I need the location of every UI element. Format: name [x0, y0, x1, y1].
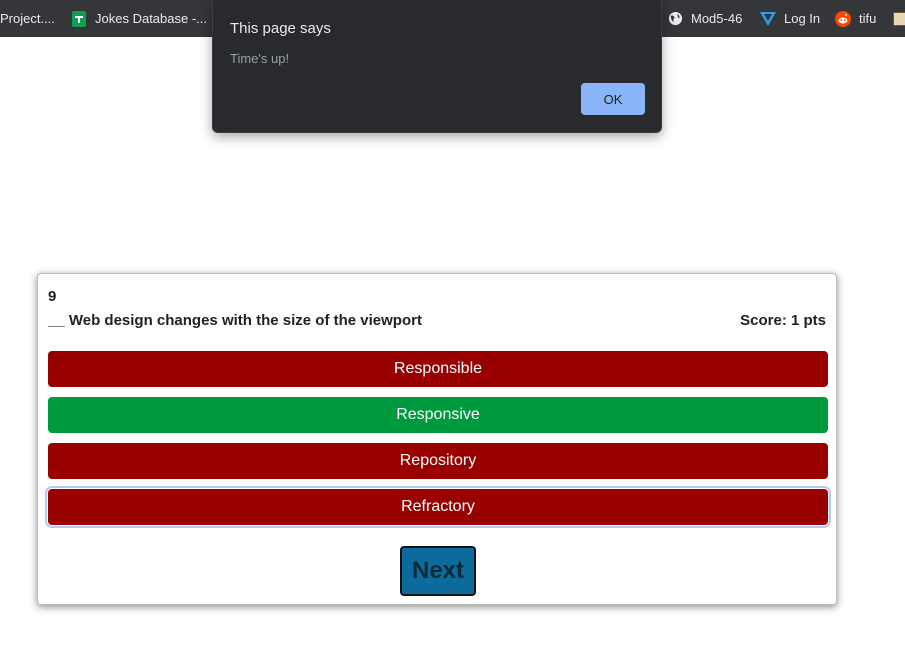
google-sheets-icon: [71, 10, 87, 27]
bookmark-label: Mod5-46: [691, 11, 743, 26]
answer-button-responsible[interactable]: Responsible: [48, 351, 828, 387]
ok-button[interactable]: OK: [581, 83, 645, 115]
globe-icon: [667, 11, 683, 27]
question-text: __ Web design changes with the size of t…: [48, 312, 422, 329]
triangle-logo-icon: [760, 11, 776, 27]
bookmark-label: Project....: [0, 11, 55, 26]
bookmark-label: Log In: [784, 11, 821, 26]
quiz-card: 9 __ Web design changes with the size of…: [37, 273, 837, 605]
next-button[interactable]: Next: [400, 546, 476, 596]
question-number: 9: [48, 288, 57, 305]
alert-dialog: This page says Time's up! OK: [212, 0, 662, 133]
bookmark-jokes-database[interactable]: Jokes Database -...: [71, 0, 207, 37]
bookmark-favicon-icon: [893, 11, 905, 26]
bookmark-log-in[interactable]: Log In: [760, 0, 820, 37]
bookmark-label: Jokes Database -...: [95, 11, 207, 26]
dialog-message: Time's up!: [230, 51, 290, 66]
dialog-title: This page says: [230, 20, 331, 37]
bookmark-overflow[interactable]: [893, 0, 905, 37]
answer-button-repository[interactable]: Repository: [48, 443, 828, 479]
bookmark-project[interactable]: Project....: [0, 0, 55, 37]
bookmark-tifu[interactable]: tifu: [835, 0, 876, 37]
bookmark-label: tifu: [859, 11, 877, 26]
answer-button-refractory[interactable]: Refractory: [45, 486, 831, 528]
answer-button-responsive[interactable]: Responsive: [48, 397, 828, 433]
bookmark-mod5-46[interactable]: Mod5-46: [667, 0, 742, 37]
score-display: Score: 1 pts: [740, 312, 826, 329]
reddit-icon: [835, 10, 851, 27]
